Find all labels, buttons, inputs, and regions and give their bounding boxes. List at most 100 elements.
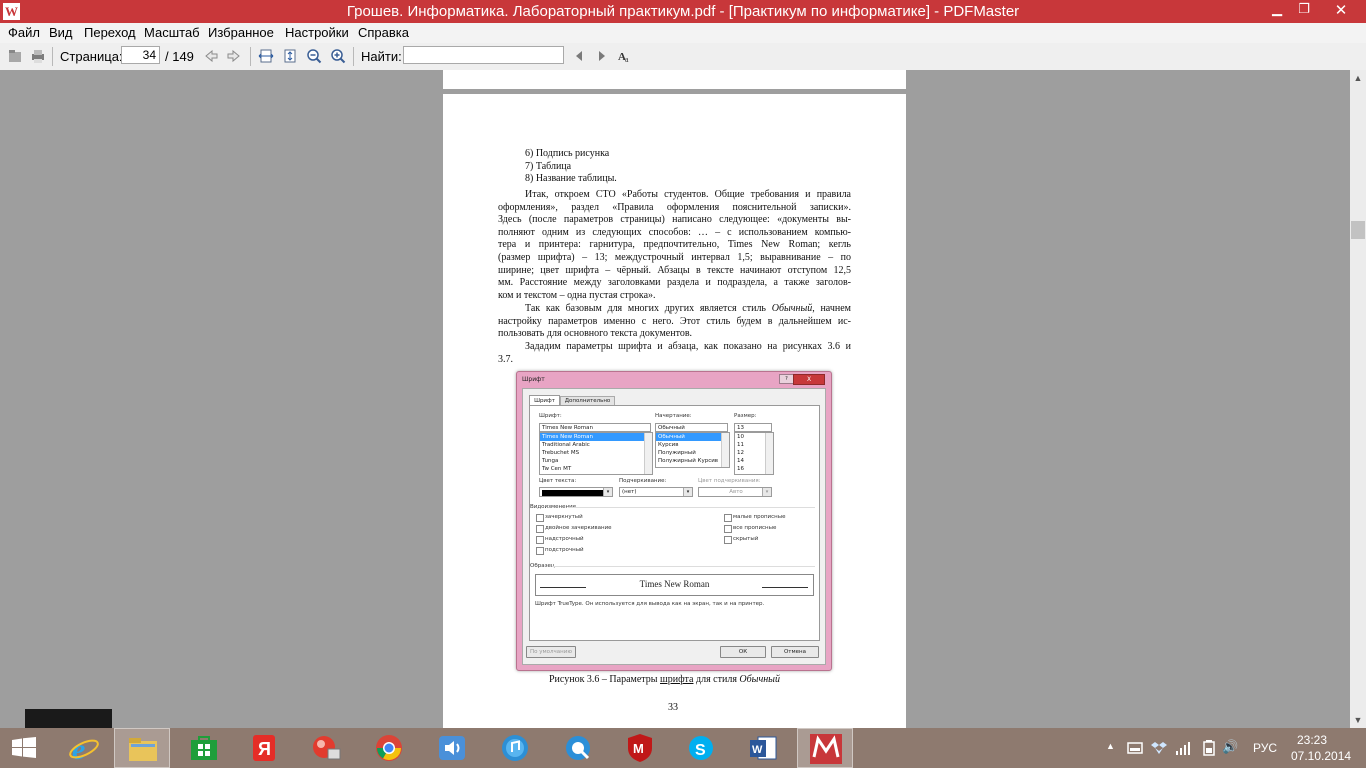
vertical-scrollbar[interactable]: ▲ ▼ — [1350, 70, 1366, 728]
chrome-button[interactable] — [361, 728, 417, 768]
dialog-body: Шрифт Дополнительно Шрифт: Times New Rom… — [522, 388, 826, 665]
network-icon[interactable] — [1175, 740, 1191, 756]
language-indicator[interactable]: РУС — [1253, 741, 1277, 755]
list-scrollbar — [765, 433, 773, 474]
paragraph-line: (размер шрифта) – 13; междустрочный инте… — [498, 252, 851, 263]
effect-label: зачеркнутый — [545, 514, 583, 520]
sample-label: Образец — [530, 563, 555, 569]
sample-note: Шрифт TrueType. Он используется для выво… — [535, 601, 765, 607]
picture-viewer-icon — [313, 736, 341, 760]
picture-viewer-button[interactable] — [298, 728, 354, 768]
close-button[interactable]: ✕ — [1318, 0, 1364, 21]
zoom-out-icon[interactable] — [306, 48, 322, 64]
svg-text:M: M — [633, 741, 644, 756]
list-item: 7) Таблица — [525, 160, 572, 172]
dropbox-icon[interactable] — [1151, 740, 1167, 756]
fit-page-icon[interactable] — [282, 48, 298, 64]
checkbox — [536, 536, 544, 544]
size-list: 10 11 12 14 16 — [734, 432, 774, 475]
chevron-down-icon: ▾ — [762, 488, 771, 496]
itunes-button[interactable] — [487, 728, 543, 768]
effect-label: надстрочный — [545, 536, 584, 542]
svg-text:S: S — [695, 742, 706, 759]
clock-date[interactable]: 07.10.2014 — [1291, 749, 1351, 763]
svg-text:W: W — [752, 744, 763, 756]
checkbox — [536, 547, 544, 555]
divider — [568, 507, 815, 508]
toolbar-separator — [353, 47, 354, 66]
previous-page-icon[interactable] — [203, 48, 219, 64]
zoom-in-icon[interactable] — [330, 48, 346, 64]
volume-icon[interactable]: 🔊 — [1222, 739, 1238, 755]
store-button[interactable] — [176, 728, 232, 768]
checkbox — [724, 525, 732, 533]
paragraph-line: 3.7. — [498, 354, 513, 365]
menu-view[interactable]: Вид — [49, 25, 73, 40]
list-scrollbar — [721, 433, 729, 467]
menu-help[interactable]: Справка — [358, 25, 409, 40]
fit-width-icon[interactable] — [258, 48, 274, 64]
menu-favorites[interactable]: Избранное — [208, 25, 274, 40]
chrome-icon — [376, 735, 402, 761]
mcafee-shield-icon: M — [628, 734, 652, 762]
checkbox — [536, 514, 544, 522]
effect-label: подстрочный — [545, 547, 584, 553]
pdfmaster-button[interactable] — [797, 728, 853, 768]
menu-settings[interactable]: Настройки — [285, 25, 349, 40]
restore-button[interactable]: ❐ — [1291, 0, 1317, 21]
battery-icon[interactable] — [1203, 740, 1215, 756]
tray-overflow-icon[interactable]: ▲ — [1106, 741, 1115, 751]
paragraph-line: тера и принтера: гарнитура, предпочтител… — [498, 239, 851, 251]
file-explorer-button[interactable] — [114, 728, 170, 768]
scroll-down-icon[interactable]: ▼ — [1350, 712, 1366, 728]
clock-time[interactable]: 23:23 — [1297, 733, 1327, 747]
cancel-button: Отмена — [771, 646, 819, 658]
document-viewport[interactable]: 6) Подпись рисунка 7) Таблица 8) Названи… — [0, 70, 1350, 728]
scroll-up-icon[interactable]: ▲ — [1350, 70, 1366, 86]
font-dialog-figure: Шрифт ? X Шрифт Дополнительно Шрифт: Tim… — [516, 371, 832, 671]
svg-text:Я: Я — [258, 739, 271, 759]
mcafee-button[interactable]: M — [612, 728, 668, 768]
internet-explorer-button[interactable]: e — [56, 728, 112, 768]
style-label: Начертание: — [655, 413, 692, 419]
paragraph-line: ком и текстом – одна пустая строка». — [498, 289, 656, 301]
list-item: Traditional Arabic — [542, 442, 590, 448]
divider — [552, 566, 815, 567]
find-input[interactable] — [403, 46, 564, 64]
yandex-browser-button[interactable]: Я — [236, 728, 292, 768]
audio-player-button[interactable] — [424, 728, 480, 768]
print-icon[interactable] — [30, 48, 46, 64]
paragraph-line: пользовать для основного текста документ… — [498, 328, 693, 340]
list-item: Полужирный Курсив — [658, 458, 719, 464]
menu-file[interactable]: Файл — [8, 25, 40, 40]
chevron-down-icon: ▾ — [603, 488, 612, 496]
next-page-icon[interactable] — [226, 48, 242, 64]
pdfmaster-icon — [810, 734, 842, 764]
underline-color-label: Цвет подчеркивания: — [698, 478, 761, 484]
paragraph-line: мм. Расстояние между заголовками раздела… — [498, 277, 851, 289]
skype-button[interactable]: S — [673, 728, 729, 768]
text-color-select: ▾ — [539, 487, 613, 497]
chevron-down-icon: ▾ — [683, 488, 692, 496]
quicktime-button[interactable] — [550, 728, 606, 768]
action-center-icon[interactable] — [1127, 741, 1143, 755]
previous-page-bottom — [443, 70, 906, 89]
sample-text: Times New Roman — [639, 579, 710, 589]
match-case-icon[interactable]: A a — [617, 48, 633, 64]
scroll-thumb[interactable] — [1351, 221, 1365, 239]
quicktime-icon — [566, 736, 590, 760]
menu-zoom[interactable]: Масштаб — [144, 25, 200, 40]
find-next-icon[interactable] — [594, 48, 610, 64]
open-file-icon[interactable] — [7, 48, 23, 64]
windows-start-icon[interactable] — [12, 737, 36, 759]
minimize-button[interactable]: ▁ — [1264, 0, 1290, 21]
dialog-close-button: X — [793, 374, 825, 385]
menu-go[interactable]: Переход — [84, 25, 136, 40]
effect-label: все прописные — [733, 525, 777, 531]
text-color-label: Цвет текста: — [539, 478, 577, 484]
find-previous-icon[interactable] — [571, 48, 587, 64]
checkbox — [724, 514, 732, 522]
page-number-input[interactable] — [121, 46, 160, 64]
font-list: Times New Roman Traditional Arabic Trebu… — [539, 432, 653, 475]
word-button[interactable]: W — [735, 728, 791, 768]
